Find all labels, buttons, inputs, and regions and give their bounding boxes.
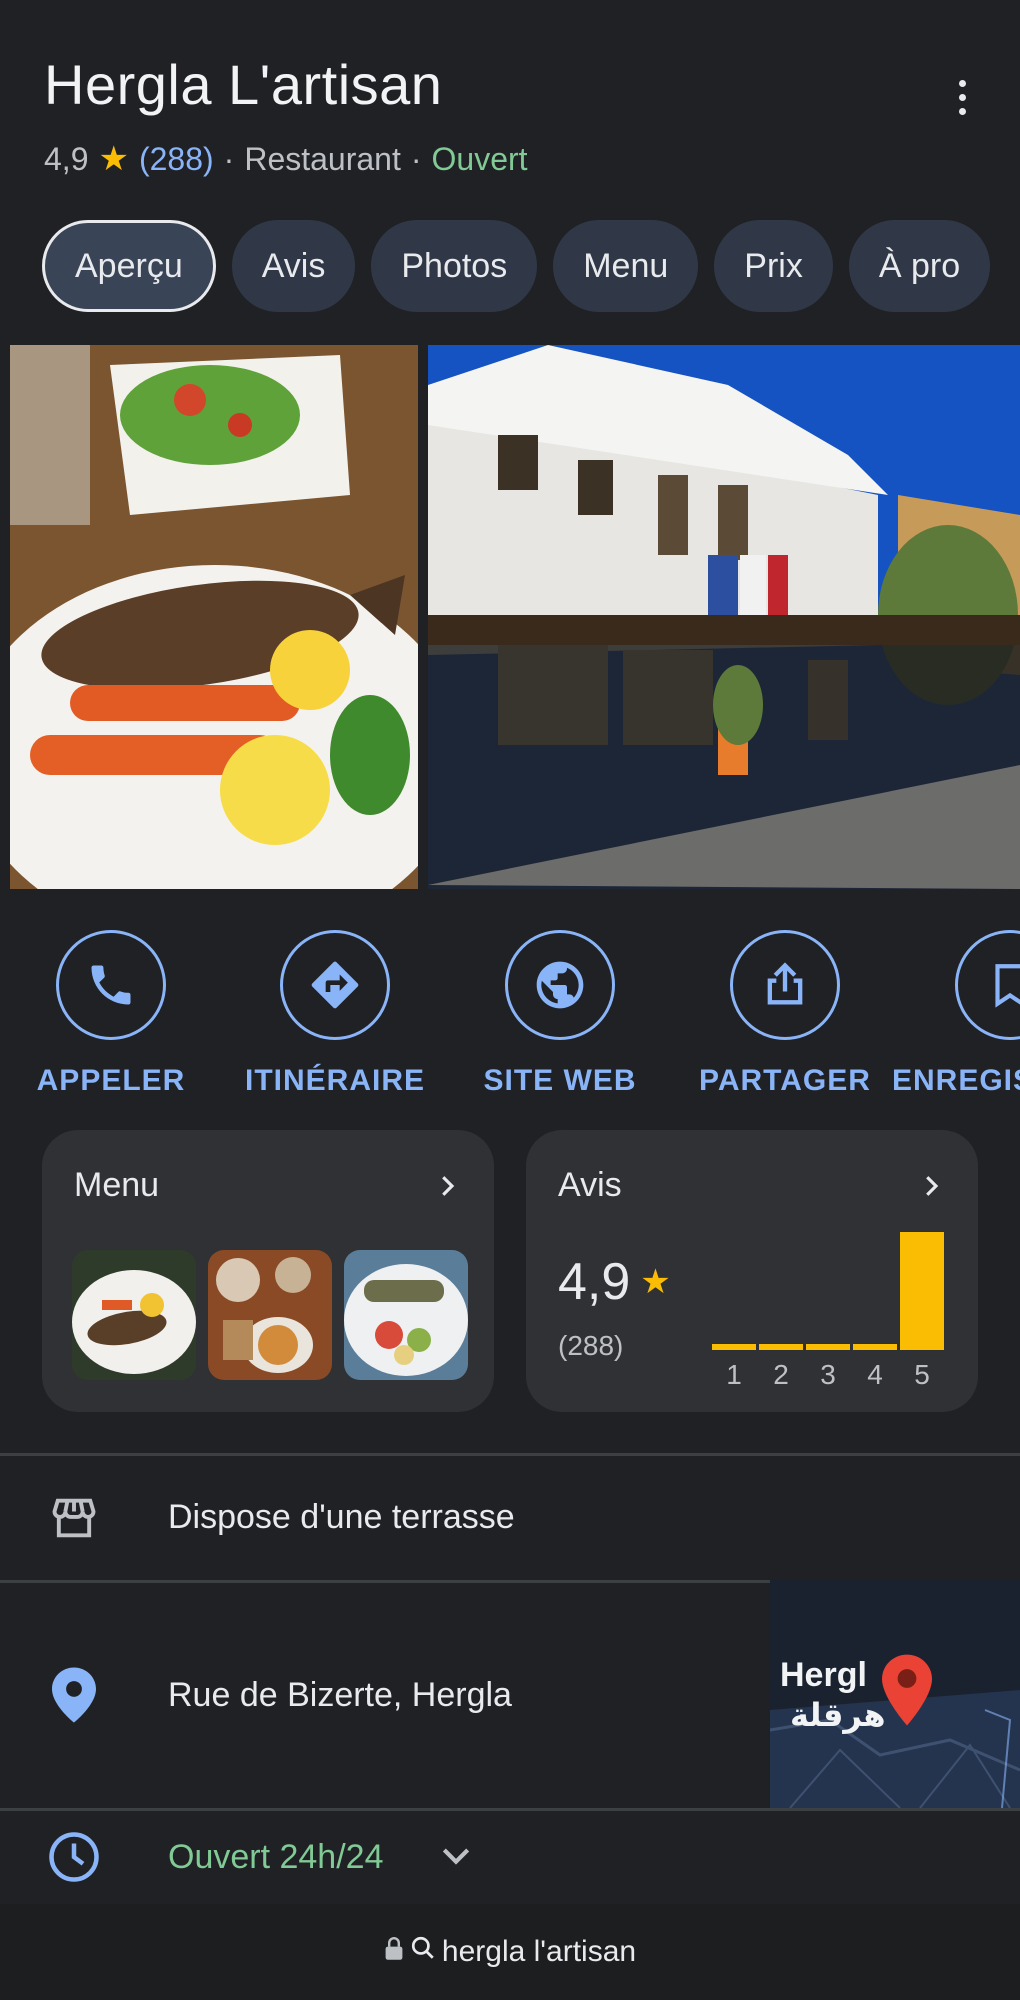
- reviews-card-title: Avis: [558, 1166, 622, 1204]
- directions-button[interactable]: ITINÉRAIRE: [230, 930, 440, 1098]
- clock-icon: [46, 1829, 102, 1885]
- directions-icon: [280, 930, 390, 1040]
- map-thumbnail[interactable]: Hergl هرقلة: [770, 1580, 1020, 1808]
- rating-bar-4: [853, 1344, 897, 1350]
- url-text: hergla l'artisan: [441, 1935, 637, 1968]
- menu-thumbnails: [72, 1250, 468, 1380]
- star-icon: ★: [640, 1263, 671, 1301]
- rating-bar-2: [759, 1344, 803, 1350]
- website-button[interactable]: SITE WEB: [455, 930, 665, 1098]
- amenity-row[interactable]: Dispose d'une terrasse: [0, 1455, 1020, 1580]
- bookmark-icon: [955, 930, 1020, 1040]
- review-count-link[interactable]: (288): [139, 141, 214, 178]
- tab-bar: Aperçu Avis Photos Menu Prix À pro: [42, 220, 1020, 312]
- call-button[interactable]: APPELER: [6, 930, 216, 1098]
- save-label: ENREGIS: [892, 1064, 1020, 1097]
- hours-text: Ouvert 24h/24: [168, 1837, 384, 1876]
- chevron-right-icon: [916, 1168, 946, 1209]
- website-label: SITE WEB: [483, 1064, 637, 1097]
- rating-bar-5: [900, 1232, 944, 1350]
- tab-reviews[interactable]: Avis: [231, 220, 356, 312]
- tab-about[interactable]: À pro: [848, 220, 991, 312]
- amenity-text: Dispose d'une terrasse: [168, 1498, 515, 1536]
- star-icon: ★: [98, 140, 129, 178]
- action-buttons: APPELER ITINÉRAIRE SITE WEB PARTAGER ENR…: [0, 930, 1020, 1098]
- place-header: Hergla L'artisan 4,9 ★ (288) · Restauran…: [44, 52, 980, 179]
- place-category: Restaurant: [244, 140, 401, 177]
- save-button[interactable]: ENREGIS: [892, 930, 1020, 1098]
- chevron-down-icon[interactable]: [436, 1835, 476, 1880]
- menu-photo[interactable]: [344, 1250, 468, 1380]
- phone-icon: [56, 930, 166, 1040]
- share-icon: [730, 930, 840, 1040]
- separator: ·: [410, 140, 422, 177]
- rating-bar-label: 5: [914, 1359, 930, 1390]
- tab-prices[interactable]: Prix: [714, 220, 833, 312]
- place-title: Hergla L'artisan: [44, 53, 443, 116]
- tab-overview[interactable]: Aperçu: [42, 220, 216, 312]
- more-options-icon[interactable]: [944, 72, 980, 122]
- share-button[interactable]: PARTAGER: [680, 930, 890, 1098]
- rating-bar-label: 2: [773, 1359, 789, 1390]
- menu-photo[interactable]: [208, 1250, 332, 1380]
- menu-card-title: Menu: [74, 1166, 160, 1204]
- tab-menu[interactable]: Menu: [553, 220, 699, 312]
- reviews-count: (288): [558, 1330, 624, 1361]
- rating-bar-label: 4: [867, 1359, 883, 1390]
- chevron-right-icon: [432, 1168, 462, 1209]
- browser-url-bar[interactable]: hergla l'artisan: [0, 1904, 1020, 2000]
- storefront-icon: [46, 1490, 102, 1546]
- map-pin-icon: [882, 1654, 932, 1731]
- tab-photos[interactable]: Photos: [371, 220, 538, 312]
- call-label: APPELER: [36, 1064, 186, 1097]
- rating-bar-label: 1: [726, 1359, 742, 1390]
- food-photo[interactable]: [10, 345, 418, 889]
- map-label: Hergl: [780, 1656, 867, 1694]
- building-photo[interactable]: [428, 345, 1020, 889]
- reviews-card[interactable]: Avis 4,9 ★ (288) 12345: [526, 1130, 978, 1412]
- location-pin-icon: [46, 1667, 102, 1723]
- directions-label: ITINÉRAIRE: [244, 1064, 425, 1097]
- place-summary: 4,9 ★ (288) · Restaurant · Ouvert: [44, 139, 980, 179]
- share-label: PARTAGER: [699, 1064, 871, 1097]
- open-status: Ouvert: [431, 140, 528, 177]
- menu-photo[interactable]: [72, 1250, 196, 1380]
- lock-icon: [384, 1935, 404, 1969]
- map-label-arabic: هرقلة: [790, 1696, 886, 1734]
- search-icon: [410, 1935, 436, 1969]
- rating-distribution-chart: 12345: [712, 1232, 944, 1390]
- reviews-rating: 4,9 ★: [558, 1252, 671, 1312]
- rating-bar-1: [712, 1344, 756, 1350]
- separator: ·: [223, 140, 235, 177]
- globe-icon: [505, 930, 615, 1040]
- hours-row[interactable]: Ouvert 24h/24: [0, 1810, 1020, 1904]
- reviews-rating-value: 4,9: [558, 1253, 631, 1311]
- rating-bar-label: 3: [820, 1359, 836, 1390]
- address-text: Rue de Bizerte, Hergla: [168, 1675, 512, 1714]
- rating-value: 4,9: [44, 140, 89, 177]
- rating-bar-3: [806, 1344, 850, 1350]
- menu-card[interactable]: Menu: [42, 1130, 494, 1412]
